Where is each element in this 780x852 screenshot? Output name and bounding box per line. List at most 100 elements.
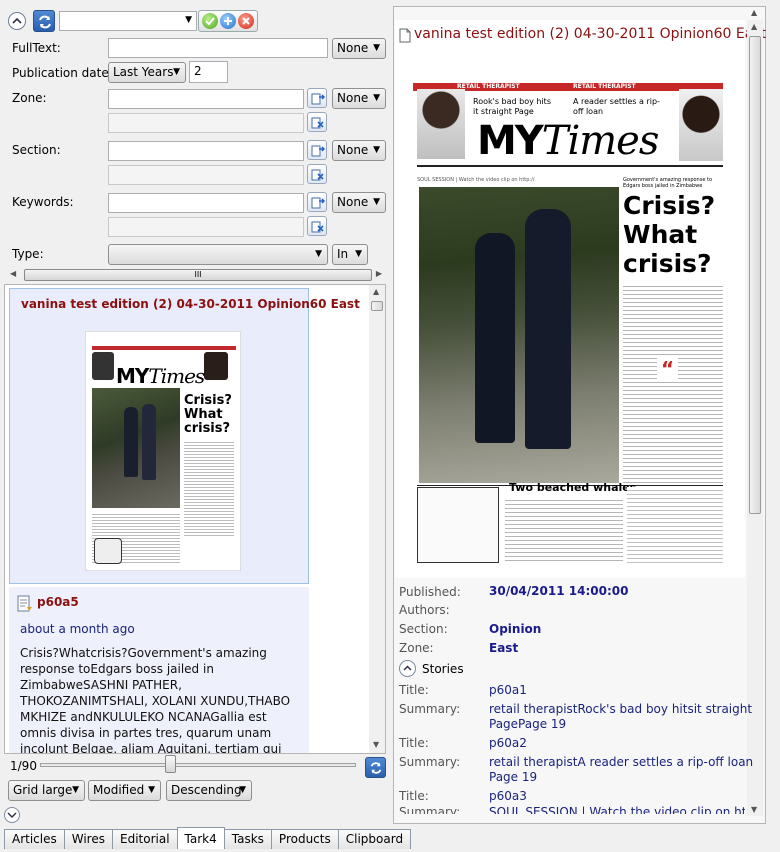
pull-quote: “	[657, 357, 679, 381]
masthead-rule	[417, 165, 723, 167]
story-summary-line1: retail therapistA reader settles a rip-o…	[489, 755, 754, 769]
scroll-thumb[interactable]: III	[24, 269, 372, 281]
search-hscrollbar[interactable]: ◀ III ▶	[8, 268, 384, 282]
section-meta-value: Opinion	[489, 622, 542, 636]
story-summary-line2: PagePage 19	[489, 717, 567, 731]
sort-field-dropdown[interactable]: Modified ▼	[88, 780, 161, 801]
refresh-icon[interactable]	[33, 10, 55, 32]
type-dropdown[interactable]: ▼	[108, 244, 328, 265]
story-title-value[interactable]: p60a3	[489, 789, 527, 803]
bottom-headline: Two beached whales	[509, 481, 637, 494]
story-title-label: Title:	[399, 683, 429, 697]
detail-top-scroll[interactable]: ▲	[747, 6, 763, 20]
section-mode-dropdown[interactable]: None ▼	[332, 140, 386, 161]
zone-clear-icon[interactable]	[307, 112, 327, 132]
tab-products[interactable]: Products	[270, 829, 339, 849]
add-icon[interactable]	[220, 13, 236, 29]
section-meta-label: Section:	[399, 622, 448, 636]
section-input[interactable]	[108, 141, 304, 161]
tab-clipboard[interactable]: Clipboard	[337, 829, 412, 849]
section-clear-icon[interactable]	[307, 164, 327, 184]
story-summary-label: Summary:	[399, 805, 461, 814]
published-label: Published:	[399, 585, 461, 599]
scroll-up-icon[interactable]: ▲	[751, 8, 757, 17]
scroll-down-icon[interactable]: ▼	[751, 805, 757, 814]
zone-mode-dropdown[interactable]: None ▼	[332, 88, 386, 109]
query-actions	[198, 10, 258, 32]
chevron-down-icon: ▼	[173, 67, 180, 77]
zone-browse-icon[interactable]	[307, 88, 327, 108]
fulltext-mode-dropdown[interactable]: None ▼	[332, 38, 386, 59]
teaser-right-text: A reader settles a rip-off loan	[573, 97, 660, 116]
results-vscrollbar[interactable]: ▲ ▼	[369, 285, 385, 753]
stories-collapse-icon[interactable]	[399, 660, 416, 677]
chevron-down-icon: ▼	[72, 785, 79, 795]
scroll-down-icon[interactable]: ▼	[373, 740, 379, 749]
story-title-label: Title:	[399, 789, 429, 803]
saved-query-select[interactable]: ▼	[59, 11, 197, 31]
chevron-down-icon: ▼	[355, 249, 362, 259]
story-title-value[interactable]: p60a2	[489, 736, 527, 750]
result-body: Crisis?Whatcrisis?Government's amazing r…	[20, 646, 291, 754]
tab-editorial[interactable]: Editorial	[112, 829, 178, 849]
tab-tasks[interactable]: Tasks	[223, 829, 272, 849]
tab-tark4[interactable]: Tark4	[176, 827, 225, 849]
section-selected-field	[108, 165, 304, 185]
keywords-input[interactable]	[108, 193, 304, 213]
chevron-down-icon: ▼	[373, 93, 380, 103]
scroll-right-icon[interactable]: ▶	[376, 269, 382, 278]
scroll-up-icon[interactable]: ▲	[751, 22, 757, 31]
check-icon[interactable]	[202, 13, 218, 29]
scroll-thumb[interactable]	[749, 36, 761, 514]
view-mode-dropdown[interactable]: Grid large ▼	[8, 780, 85, 801]
zone-input[interactable]	[108, 89, 304, 109]
pubdate-label: Publication date:	[12, 66, 113, 80]
masthead: MYTimes	[477, 118, 659, 164]
delete-icon[interactable]	[238, 13, 254, 29]
teaser-left-photo	[417, 89, 465, 159]
zoom-slider-thumb[interactable]	[165, 755, 176, 773]
zoom-slider-track[interactable]	[40, 763, 356, 767]
article-icon	[17, 595, 33, 616]
keywords-clear-icon[interactable]	[307, 216, 327, 236]
pubdate-value-input[interactable]: 2	[189, 61, 228, 83]
story-title-value[interactable]: p60a1	[489, 683, 527, 697]
sort-order-dropdown[interactable]: Descending ▼	[166, 780, 252, 801]
keywords-mode-dropdown[interactable]: None ▼	[332, 192, 386, 213]
teaser-right-photo	[679, 89, 723, 161]
fulltext-input[interactable]	[108, 38, 328, 58]
chevron-down-icon: ▼	[373, 43, 380, 53]
story-summary-label: Summary:	[399, 755, 461, 769]
scroll-thumb[interactable]	[371, 301, 383, 311]
story-title-label: Title:	[399, 736, 429, 750]
tab-articles[interactable]: Articles	[4, 829, 65, 849]
scroll-left-icon[interactable]: ◀	[10, 269, 16, 278]
type-mode-dropdown[interactable]: In ▼	[332, 244, 368, 265]
refresh-results-icon[interactable]	[365, 757, 386, 778]
section-browse-icon[interactable]	[307, 140, 327, 160]
lead-subhead: Government's amazing response to Edgars …	[623, 177, 713, 189]
chevron-down-icon: ▼	[148, 785, 155, 795]
lead-photo	[419, 187, 619, 483]
result-item-selected[interactable]: vanina test edition (2) 04-30-2011 Opini…	[9, 288, 360, 584]
tab-bar: Articles Wires Editorial Tark4 Tasks Pro…	[4, 827, 412, 849]
detail-vscrollbar[interactable]: ▲ ▼	[747, 20, 763, 816]
page-icon	[399, 28, 411, 46]
result-title: p60a5	[37, 595, 79, 609]
zone-meta-value: East	[489, 641, 519, 655]
result-item[interactable]: p60a5 about a month ago Crisis?Whatcrisi…	[9, 587, 309, 754]
result-title: vanina test edition (2) 04-30-2011 Opini…	[21, 297, 360, 311]
keywords-browse-icon[interactable]	[307, 192, 327, 212]
tab-wires[interactable]: Wires	[63, 829, 113, 849]
chevron-down-icon: ▼	[185, 15, 192, 25]
collapse-icon[interactable]	[8, 12, 26, 30]
page-preview[interactable]: RETAIL THERAPIST RETAIL THERAPIST Rook's…	[413, 83, 727, 568]
authors-label: Authors:	[399, 603, 450, 617]
expand-icon[interactable]	[4, 807, 20, 823]
story-summary-clip: Summary: SOUL SESSION | Watch the video …	[395, 805, 745, 814]
scroll-up-icon[interactable]: ▲	[373, 287, 379, 296]
story-summary-label: Summary:	[399, 702, 461, 716]
pubdate-range-dropdown[interactable]: Last Years ▼	[108, 62, 186, 83]
section-label: Section:	[12, 143, 61, 157]
keywords-label: Keywords:	[12, 195, 74, 209]
